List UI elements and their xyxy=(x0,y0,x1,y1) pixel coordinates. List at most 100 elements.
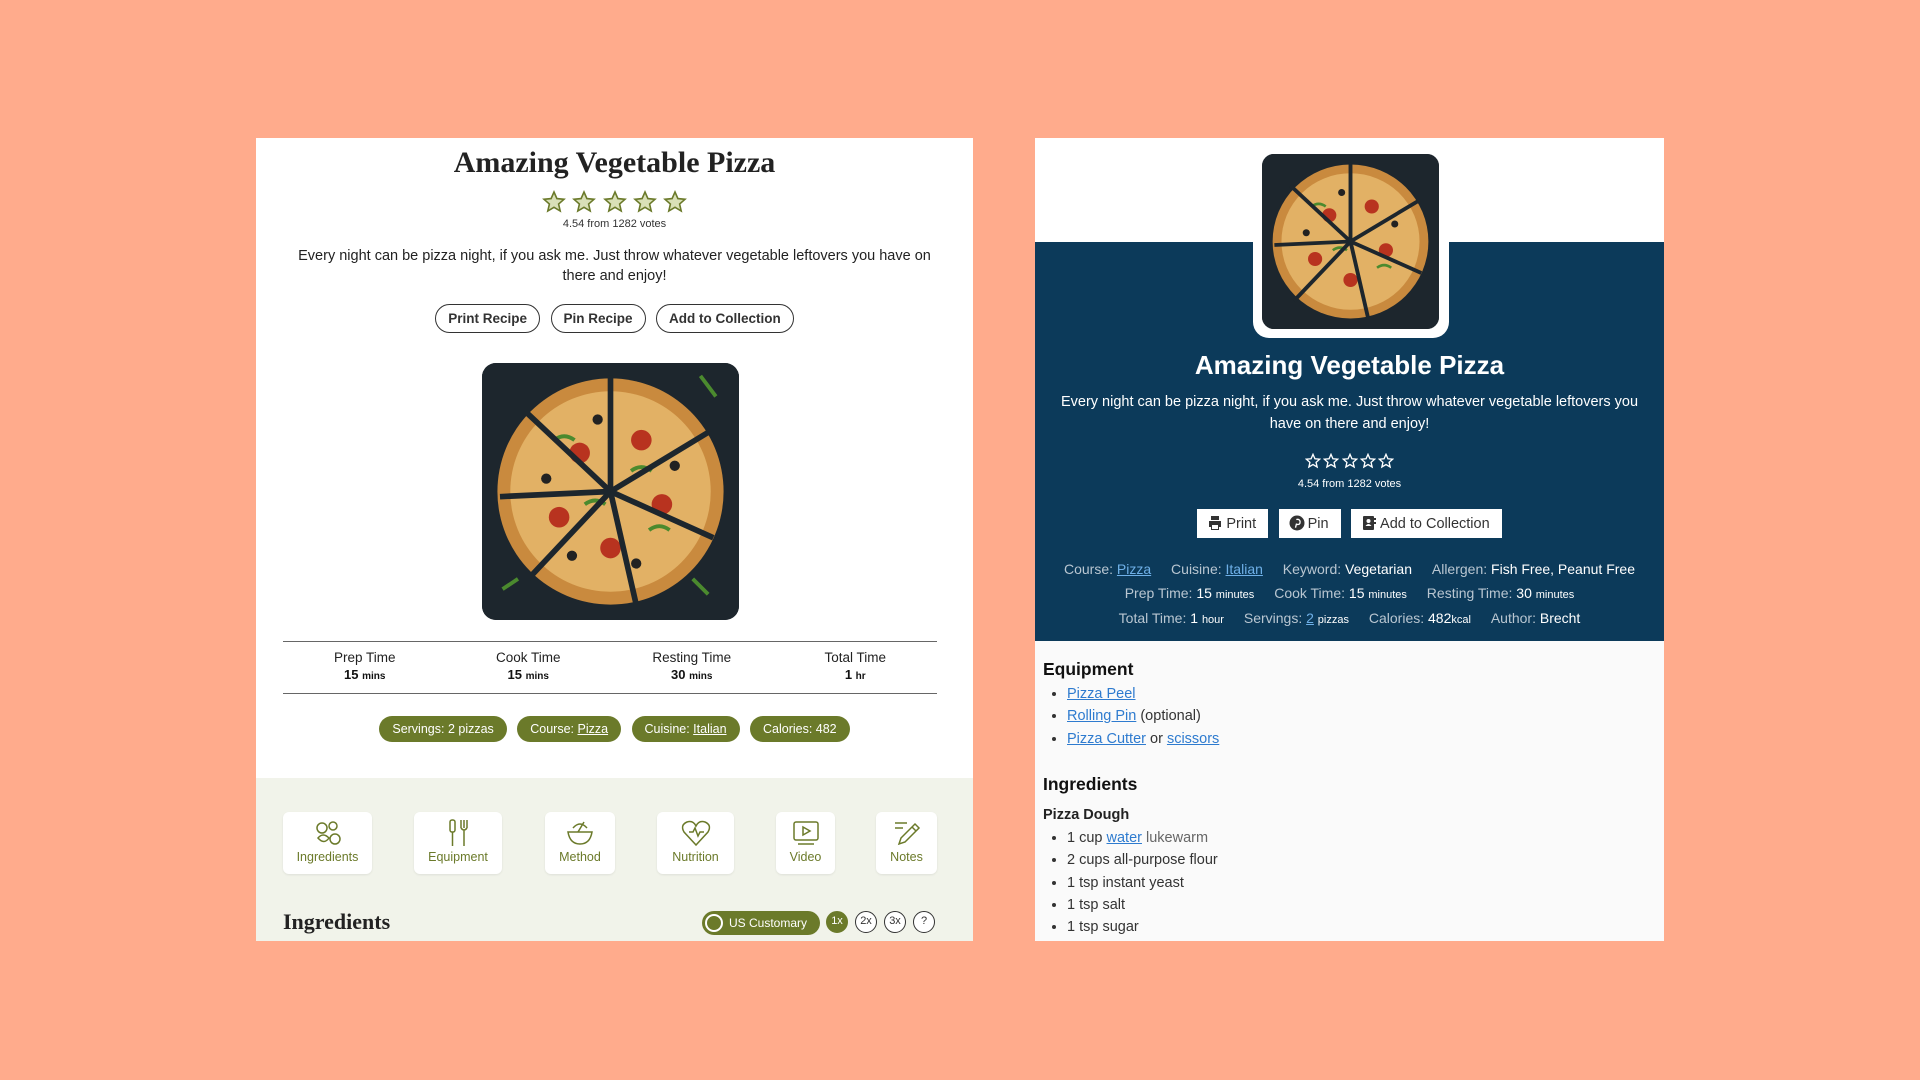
star-icon[interactable] xyxy=(1359,452,1377,469)
calories-badge: Calories: 482 xyxy=(749,716,850,742)
star-icon[interactable] xyxy=(1378,452,1395,469)
meta-total-value: 1 xyxy=(1190,610,1199,626)
water-link[interactable]: water xyxy=(1107,830,1142,846)
equipment-icon xyxy=(449,819,468,846)
pizza-cutter-link[interactable]: Pizza Cutter xyxy=(1067,731,1146,747)
list-item: 1 tsp instant yeast xyxy=(1067,872,1218,894)
recipe-image xyxy=(1262,154,1439,329)
star-icon[interactable] xyxy=(602,190,627,214)
water-amount: 1 cup xyxy=(1067,830,1107,846)
course-badge: Course: Pizza xyxy=(517,716,622,742)
ingredients-icon xyxy=(315,821,341,845)
pin-button[interactable]: Pin xyxy=(1278,509,1341,538)
cook-time-unit: mins xyxy=(525,671,549,682)
tab-notes[interactable]: Notes xyxy=(876,812,937,874)
star-icon[interactable] xyxy=(633,190,657,214)
meta-calories-unit: kcal xyxy=(1451,614,1471,626)
meta-keyword-value: Vegetarian xyxy=(1345,561,1412,577)
meta-cook-key: Cook Time: xyxy=(1274,584,1346,601)
star-icon[interactable] xyxy=(541,190,566,214)
star-icon[interactable] xyxy=(1322,452,1340,469)
course-link[interactable]: Pizza xyxy=(578,722,609,736)
recipe-tabs-area: Ingredients Equipment Method Nutrition V… xyxy=(256,778,973,941)
meta-course: Course: Pizza xyxy=(1064,561,1151,577)
tab-method[interactable]: Method xyxy=(545,812,615,874)
meta-prep-key: Prep Time: xyxy=(1124,584,1193,601)
servings-badge[interactable]: Servings: 2 pizzas xyxy=(379,716,507,742)
pizza-peel-link[interactable]: Pizza Peel xyxy=(1067,686,1136,702)
recipe-image xyxy=(482,363,739,620)
pin-recipe-button[interactable]: Pin Recipe xyxy=(550,304,646,333)
star-icon[interactable] xyxy=(1304,452,1321,469)
recipe-title: Amazing Vegetable Pizza xyxy=(453,146,776,179)
recipe-times: Prep Time 15 mins Cook Time 15 mins Restin… xyxy=(283,641,937,694)
resting-time-value: 30 xyxy=(671,667,686,682)
meta-cook-unit: minutes xyxy=(1368,588,1407,601)
rating-votes: 4.54 from 1282 votes xyxy=(1297,478,1402,490)
meta-calories-value: 482 xyxy=(1428,610,1452,626)
meta-total-unit: hour xyxy=(1201,614,1224,626)
notes-icon xyxy=(894,822,920,846)
meta-prep-time: Prep Time: 15 minutes xyxy=(1125,585,1255,601)
recipe-summary: Every night can be pizza night, if you a… xyxy=(1060,394,1639,432)
add-to-collection-button[interactable]: Add to Collection xyxy=(655,304,794,333)
cook-time-label: Cook Time xyxy=(495,650,561,665)
print-recipe-button[interactable]: Print Recipe xyxy=(435,304,541,333)
prep-time: Prep Time 15 mins xyxy=(283,642,447,693)
recipe-body: Equipment Pizza Peel Rolling Pin (option… xyxy=(1035,641,1664,941)
course-link[interactable]: Pizza xyxy=(1117,561,1151,577)
meta-total-time: Total Time: 1 hour xyxy=(1119,610,1224,626)
meta-servings-unit: pizzas xyxy=(1317,614,1349,626)
prep-time-unit: mins xyxy=(362,671,386,682)
tab-nutrition-label: Nutrition xyxy=(672,850,719,864)
meta-servings-key: Servings: xyxy=(1243,610,1303,626)
print-button[interactable]: Print xyxy=(1197,509,1269,538)
multiplier-1x-button[interactable]: 1x xyxy=(826,911,848,933)
prep-time-label: Prep Time xyxy=(333,650,396,665)
meta-total-key: Total Time: xyxy=(1118,610,1187,626)
recipe-meta: Course: Pizza Cuisine: Italian Keyword: … xyxy=(1035,558,1664,633)
tab-video[interactable]: Video xyxy=(776,812,835,874)
cuisine-link[interactable]: Italian xyxy=(1226,561,1263,577)
custom-multiplier-button[interactable]: ? xyxy=(913,911,935,933)
method-icon xyxy=(567,821,593,845)
star-icon[interactable] xyxy=(1341,452,1358,469)
multiplier-2x-button[interactable]: 2x xyxy=(855,911,877,933)
list-item: 2 cups all-purpose flour xyxy=(1067,849,1218,871)
multiplier-3x-button[interactable]: 3x xyxy=(884,911,906,933)
tab-nutrition[interactable]: Nutrition xyxy=(657,812,734,874)
tab-video-label: Video xyxy=(789,850,822,864)
equipment-list: Pizza Peel Rolling Pin (optional) Pizza … xyxy=(1043,683,1219,750)
meta-author: Author: Brecht xyxy=(1491,610,1581,626)
equipment-heading: Equipment xyxy=(1043,659,1134,679)
toggle-knob[interactable] xyxy=(705,914,723,932)
meta-prep-unit: minutes xyxy=(1215,588,1255,601)
star-rating[interactable] xyxy=(256,190,973,218)
star-icon[interactable] xyxy=(572,190,596,214)
total-time: Total Time 1 hr xyxy=(774,642,938,693)
rolling-pin-link[interactable]: Rolling Pin xyxy=(1067,708,1136,724)
cuisine-link[interactable]: Italian xyxy=(693,722,726,736)
meta-resting-time: Resting Time: 30 minutes xyxy=(1427,585,1574,601)
meta-rest-unit: minutes xyxy=(1535,588,1575,601)
star-rating[interactable] xyxy=(1035,452,1664,474)
tab-equipment[interactable]: Equipment xyxy=(414,812,502,874)
equipment-or: or xyxy=(1145,730,1167,747)
scissors-link[interactable]: scissors xyxy=(1167,731,1219,747)
printer-icon xyxy=(1209,516,1222,530)
star-icon[interactable] xyxy=(663,190,688,214)
cuisine-badge: Cuisine: Italian xyxy=(631,716,740,742)
rating-votes: 4.54 from 1282 votes xyxy=(562,218,667,230)
pizza-dough-heading: Pizza Dough xyxy=(1043,807,1130,823)
unit-system-toggle[interactable]: US Customary xyxy=(702,911,820,935)
meta-author-value: Brecht xyxy=(1539,610,1581,626)
resting-time-label: Resting Time xyxy=(652,650,732,665)
pin-button-label: Pin xyxy=(1307,516,1329,532)
add-to-collection-button[interactable]: Add to Collection xyxy=(1351,509,1502,538)
ingredients-heading: Ingredients xyxy=(1043,774,1138,794)
ingredients-heading: Ingredients xyxy=(283,909,391,934)
tab-ingredients[interactable]: Ingredients xyxy=(283,812,372,874)
list-item: Rolling Pin (optional) xyxy=(1067,705,1219,727)
list-item: Pizza Peel xyxy=(1067,683,1219,705)
servings-adjust-link[interactable]: 2 xyxy=(1306,610,1314,626)
